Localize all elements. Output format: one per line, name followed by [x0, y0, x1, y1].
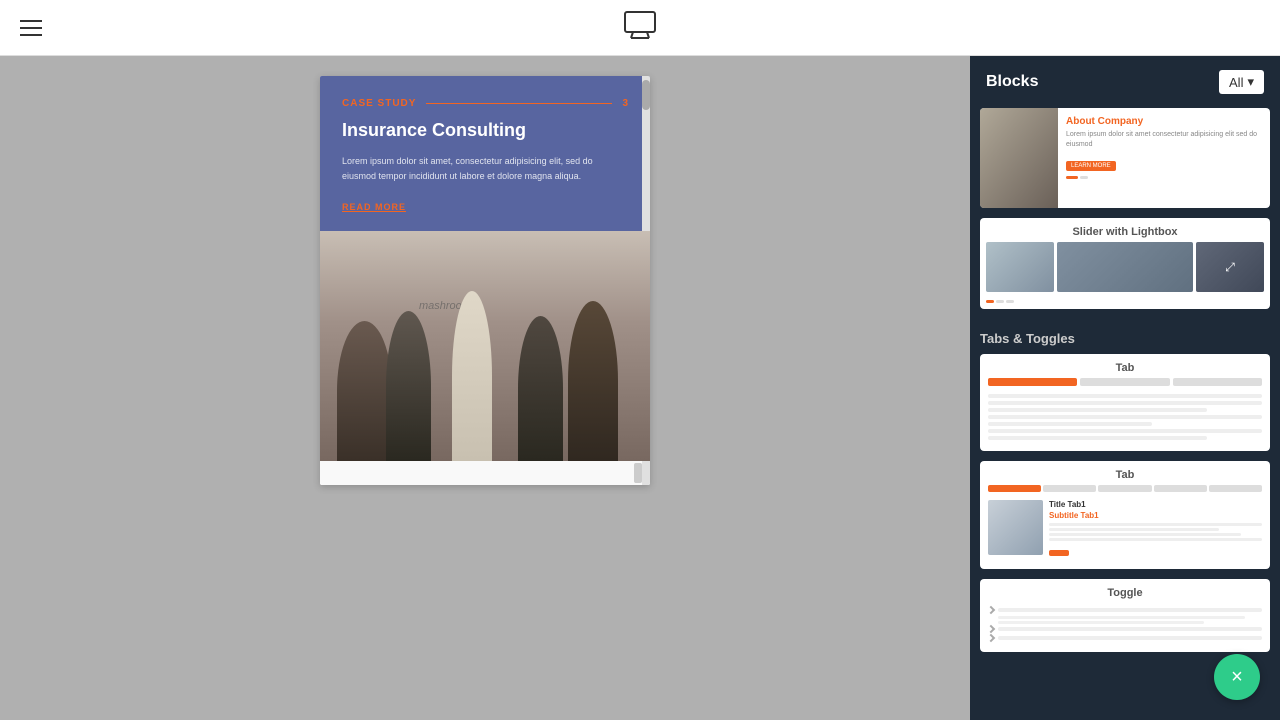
tab-2-bar — [980, 485, 1270, 496]
tab-line-1 — [988, 394, 1262, 398]
people-scene: mashroom5 — [320, 231, 650, 461]
preview-bottom-scroll — [634, 463, 642, 483]
case-study-image: mashroom5 — [320, 231, 650, 461]
slider-image-3: ⤢ — [1196, 242, 1264, 292]
slider-dot-1 — [996, 300, 1004, 303]
toggle-row-1 — [988, 607, 1262, 613]
tab2-item-title: Title Tab1 — [1049, 500, 1262, 509]
toggle-lines — [980, 603, 1270, 652]
toggle-row-3 — [988, 635, 1262, 641]
slider-dot-2 — [1006, 300, 1014, 303]
toggle-arrow-icon — [987, 606, 995, 614]
toggle-title: Toggle — [980, 579, 1270, 603]
slider-image-1 — [986, 242, 1054, 292]
close-button[interactable]: × — [1214, 654, 1260, 700]
dot-1 — [1066, 176, 1078, 179]
block-card-toggle[interactable]: Toggle — [980, 579, 1270, 652]
tab2-item-3 — [1098, 485, 1151, 492]
menu-button[interactable] — [20, 20, 42, 36]
page-preview: CASE STUDY 3 Insurance Consulting Lorem … — [320, 76, 650, 485]
tab2-image — [988, 500, 1043, 555]
read-more-link[interactable]: READ MORE — [342, 202, 406, 212]
about-company-layout: About Company Lorem ipsum dolor sit amet… — [980, 108, 1270, 208]
toggle-line-1 — [998, 608, 1262, 612]
about-company-image — [980, 108, 1058, 208]
about-company-title: About Company — [1066, 116, 1262, 127]
toggle-arrow-icon-3 — [987, 634, 995, 642]
toggle-content-1 — [998, 616, 1245, 619]
tab2-item-2 — [1043, 485, 1096, 492]
tab2-line-2 — [1049, 528, 1219, 531]
tab-line-2 — [988, 401, 1262, 405]
toggle-arrow-icon-2 — [987, 625, 995, 633]
toggle-line-2 — [998, 627, 1262, 631]
case-study-title: Insurance Consulting — [342, 119, 628, 142]
right-sidebar: Blocks All ▾ About Company Lorem ipsum d… — [970, 56, 1280, 720]
tab2-item-4 — [1154, 485, 1207, 492]
slider-dot-active — [986, 300, 994, 303]
about-company-dots — [1066, 176, 1262, 179]
case-study-label-row: CASE STUDY 3 — [342, 98, 628, 109]
block-card-about-company[interactable]: About Company Lorem ipsum dolor sit amet… — [980, 108, 1270, 208]
tab2-text-block: Title Tab1 Subtitle Tab1 — [1049, 500, 1262, 561]
tab2-line-1 — [1049, 523, 1262, 526]
block-card-tab-2[interactable]: Tab Title Tab1 Subtitle Tab1 — [980, 461, 1270, 569]
slider-dots — [980, 300, 1270, 309]
tab-1-content — [980, 390, 1270, 451]
slider-image-2 — [1057, 242, 1193, 292]
case-study-section: CASE STUDY 3 Insurance Consulting Lorem … — [320, 76, 650, 231]
tab-line-7 — [988, 436, 1207, 440]
tabs-toggles-section-header: Tabs & Toggles — [980, 319, 1270, 354]
preview-scrollbar-thumb — [642, 80, 650, 110]
tab-line-4 — [988, 415, 1262, 419]
tab2-item-1 — [988, 485, 1041, 492]
tab-1-item-1 — [988, 378, 1077, 386]
tab-1-title: Tab — [980, 354, 1270, 378]
preview-bottom-bar — [320, 461, 650, 485]
slider-images-row: ⤢ — [980, 242, 1270, 300]
tab-1-bar — [980, 378, 1270, 390]
tab-line-3 — [988, 408, 1207, 412]
monitor-icon — [622, 7, 658, 48]
toggle-row-2 — [988, 626, 1262, 632]
block-card-tab-1[interactable]: Tab — [980, 354, 1270, 451]
tab2-line-3 — [1049, 533, 1241, 536]
toggle-line-3 — [998, 636, 1262, 640]
case-study-body: Lorem ipsum dolor sit amet, consectetur … — [342, 154, 628, 183]
tab-1-item-3 — [1173, 378, 1262, 386]
about-company-text: Lorem ipsum dolor sit amet consectetur a… — [1066, 130, 1262, 150]
case-study-divider — [426, 103, 612, 104]
dot-2 — [1080, 176, 1088, 179]
sidebar-title: Blocks — [986, 73, 1038, 91]
header — [0, 0, 1280, 56]
tab-2-content: Title Tab1 Subtitle Tab1 — [980, 496, 1270, 569]
case-study-number: 3 — [622, 98, 628, 109]
tab2-item-subtitle: Subtitle Tab1 — [1049, 511, 1262, 520]
canvas-area: CASE STUDY 3 Insurance Consulting Lorem … — [0, 56, 970, 720]
block-card-slider-lightbox[interactable]: Slider with Lightbox ⤢ — [980, 218, 1270, 309]
tab2-item-5 — [1209, 485, 1262, 492]
all-dropdown-button[interactable]: All ▾ — [1219, 70, 1264, 94]
sidebar-header: Blocks All ▾ — [970, 56, 1280, 108]
tab-2-title: Tab — [980, 461, 1270, 485]
tab-line-6 — [988, 429, 1262, 433]
about-company-button[interactable]: LEARN MORE — [1066, 161, 1116, 171]
header-center — [622, 7, 658, 48]
main-layout: CASE STUDY 3 Insurance Consulting Lorem … — [0, 56, 1280, 720]
about-company-content: About Company Lorem ipsum dolor sit amet… — [1058, 108, 1270, 208]
slider-block-title: Slider with Lightbox — [980, 218, 1270, 242]
case-study-label-text: CASE STUDY — [342, 98, 416, 109]
tab-line-5 — [988, 422, 1152, 426]
close-icon: × — [1231, 667, 1243, 687]
sidebar-content[interactable]: About Company Lorem ipsum dolor sit amet… — [970, 108, 1280, 720]
dropdown-arrow-icon: ▾ — [1247, 74, 1254, 90]
tab2-button — [1049, 550, 1069, 556]
tab2-line-4 — [1049, 538, 1262, 541]
tab-1-item-2 — [1080, 378, 1169, 386]
toggle-content-2 — [998, 621, 1204, 624]
expand-icon: ⤢ — [1225, 260, 1235, 275]
